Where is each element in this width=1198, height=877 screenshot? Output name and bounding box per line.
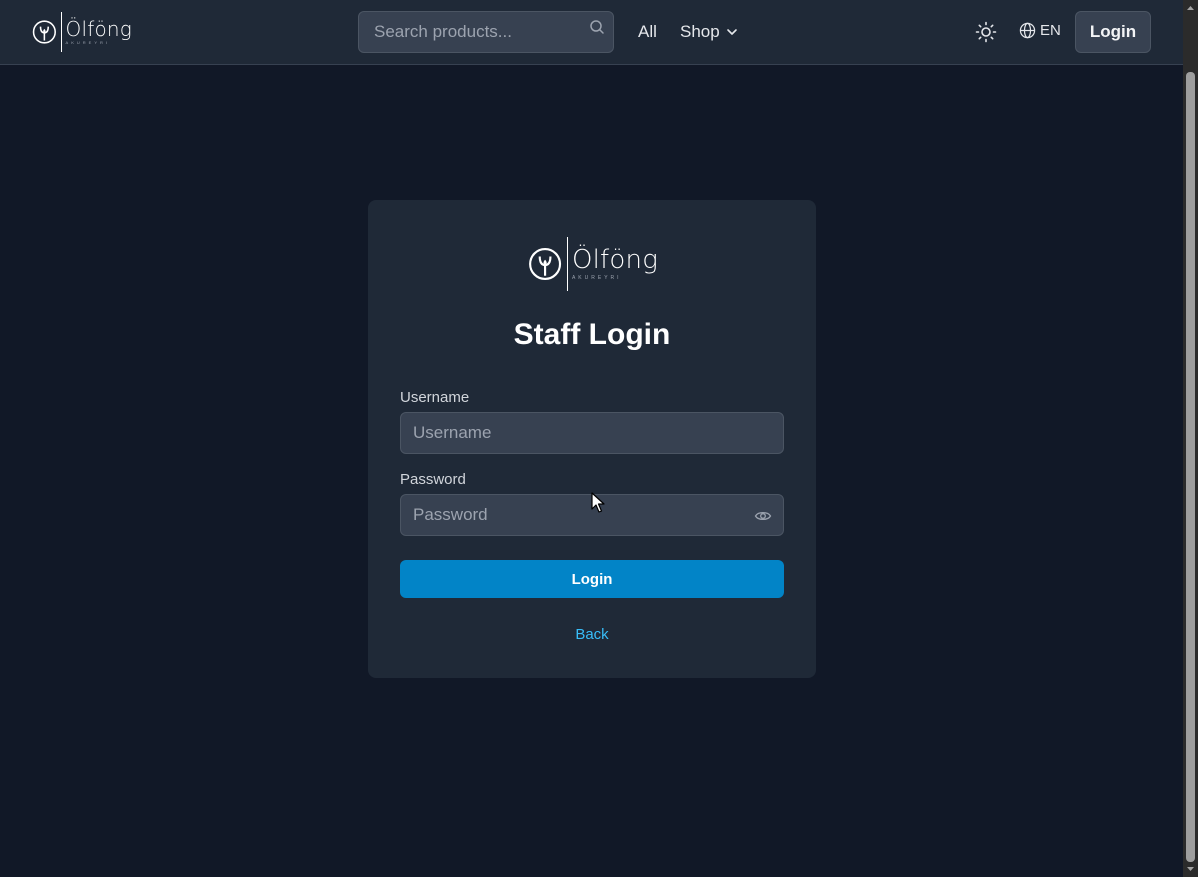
search-box [358, 11, 614, 53]
chevron-down-icon [726, 29, 737, 35]
logo-subtitle-text: AKUREYRI [571, 275, 622, 281]
nav-shop-label: Shop [680, 22, 720, 41]
logo-text: Ölföng AKUREYRI [66, 19, 132, 45]
search-icon[interactable] [589, 19, 605, 35]
nav-shop-dropdown[interactable]: Shop [680, 22, 738, 42]
login-submit-button[interactable]: Login [400, 560, 784, 598]
scroll-up-arrow-icon[interactable] [1183, 0, 1198, 15]
logo-subtitle-text: AKUREYRI [65, 40, 110, 45]
wine-glass-logo-icon [32, 20, 56, 44]
page: Ölföng AKUREYRI All Shop [0, 0, 1183, 877]
username-input[interactable] [400, 412, 784, 454]
logo-text: Ölföng AKUREYRI [572, 247, 658, 281]
header-login-button[interactable]: Login [1075, 11, 1151, 53]
nav-all-link[interactable]: All [638, 22, 657, 42]
search-input[interactable] [359, 12, 579, 52]
vertical-scrollbar[interactable] [1183, 0, 1198, 877]
logo-divider [60, 12, 62, 52]
language-selector[interactable]: EN [1019, 22, 1061, 39]
username-label: Username [400, 389, 470, 406]
back-link[interactable]: Back [368, 626, 816, 643]
scroll-down-arrow-icon[interactable] [1183, 862, 1198, 877]
globe-icon [1019, 22, 1036, 39]
card-logo: Ölföng AKUREYRI [528, 236, 658, 292]
top-navbar: Ölföng AKUREYRI All Shop [0, 0, 1183, 65]
wine-glass-logo-icon [529, 247, 562, 281]
login-card: Ölföng AKUREYRI Staff Login Username Pas… [368, 200, 816, 678]
language-label: EN [1040, 22, 1061, 39]
scrollbar-thumb[interactable] [1186, 72, 1195, 862]
logo-brand-text: Ölföng [65, 17, 132, 41]
eye-icon[interactable] [754, 507, 772, 525]
page-title: Staff Login [513, 318, 671, 351]
header-logo[interactable]: Ölföng AKUREYRI [32, 11, 132, 53]
sun-icon[interactable] [974, 20, 998, 44]
password-input[interactable] [400, 494, 784, 536]
logo-divider [567, 237, 568, 291]
password-label: Password [400, 471, 466, 488]
logo-brand-text: Ölföng [571, 245, 658, 275]
